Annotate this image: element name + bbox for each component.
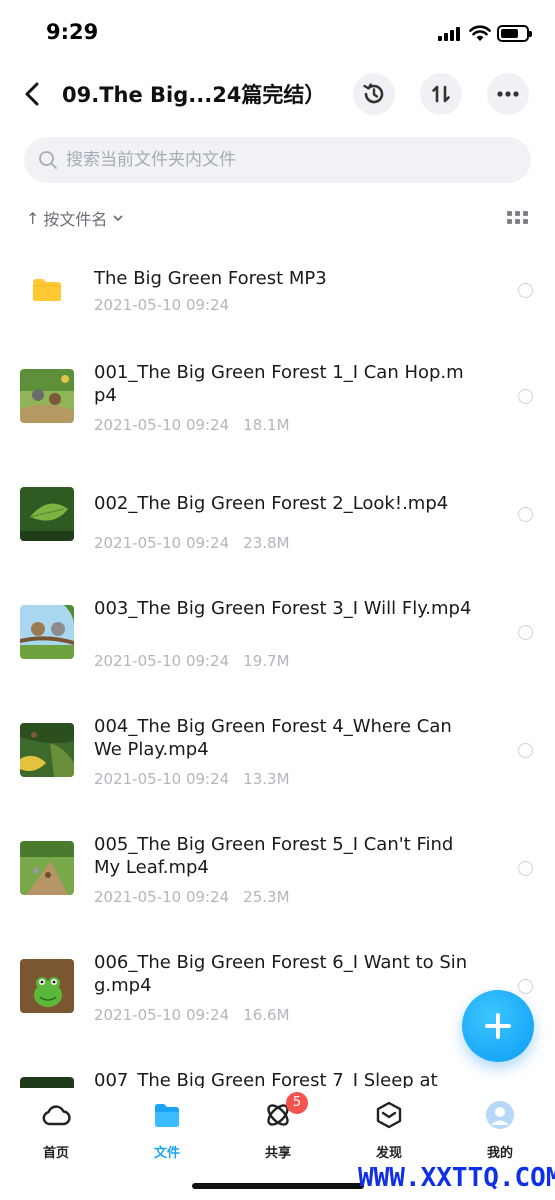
file-date: 2021-05-10 09:24 <box>94 770 230 788</box>
sort-button[interactable]: ↑ 按文件名 <box>26 206 125 230</box>
video-thumbnail <box>20 841 74 895</box>
select-checkbox[interactable] <box>518 743 533 758</box>
file-name: 007_The Big Green Forest 7_I Sleep at <box>94 1070 438 1088</box>
more-icon <box>497 91 519 97</box>
tab-label: 我的 <box>486 1146 513 1161</box>
file-date: 2021-05-10 09:24 <box>94 534 230 552</box>
sort-arrow-icon: ↑ <box>26 208 40 228</box>
video-thumbnail <box>20 487 74 541</box>
file-meta: 2021-05-10 09:24 23.8M <box>94 534 290 552</box>
file-date: 2021-05-10 09:24 <box>94 1006 230 1024</box>
list-item[interactable]: 002_The Big Green Forest 2_Look!.mp4 202… <box>0 476 555 594</box>
cloud-icon <box>42 1105 71 1126</box>
file-name: 006_The Big Green Forest 6_I Want to Sin… <box>94 952 468 996</box>
list-item[interactable]: 001_The Big Green Forest 1_I Can Hop.mp4… <box>0 358 555 476</box>
search-icon <box>39 151 57 169</box>
notification-badge: 5 <box>286 1092 308 1114</box>
file-name: 004_The Big Green Forest 4_Where Can We … <box>94 716 452 760</box>
tab-label: 文件 <box>153 1146 180 1161</box>
add-button[interactable] <box>462 990 534 1062</box>
file-name: 005_The Big Green Forest 5_I Can't Find … <box>94 834 454 878</box>
select-checkbox[interactable] <box>518 861 533 876</box>
page-title: 09.The Big...24篇完结） <box>62 83 326 107</box>
file-meta: 2021-05-10 09:24 19.7M <box>94 652 290 670</box>
folder-icon <box>33 279 61 301</box>
battery-icon <box>497 25 532 42</box>
video-thumbnail <box>20 959 74 1013</box>
watermark-text: WWW.XXTTQ.COM <box>358 1163 555 1193</box>
transfer-button[interactable] <box>420 73 462 115</box>
file-size: 19.7M <box>243 652 290 670</box>
video-thumbnail <box>20 369 74 423</box>
file-name: 001_The Big Green Forest 1_I Can Hop.mp4 <box>94 362 464 406</box>
video-thumbnail <box>20 605 74 659</box>
history-button[interactable] <box>353 73 395 115</box>
tab-discover[interactable]: 发现 <box>349 1098 429 1161</box>
list-item[interactable]: 005_The Big Green Forest 5_I Can't Find … <box>0 830 555 948</box>
tab-share[interactable]: 5 共享 <box>238 1092 318 1161</box>
file-name: The Big Green Forest MP3 <box>94 268 327 289</box>
chevron-down-icon <box>114 215 123 221</box>
list-item[interactable]: 003_The Big Green Forest 3_I Will Fly.mp… <box>0 594 555 712</box>
tab-files[interactable]: 文件 <box>127 1098 207 1161</box>
nav-header: 09.The Big...24篇完结） <box>0 66 555 122</box>
status-bar: 9:29 <box>0 0 555 62</box>
file-size: 16.6M <box>243 1006 290 1024</box>
wifi-icon <box>469 25 491 41</box>
file-size: 13.3M <box>243 770 290 788</box>
back-button[interactable] <box>18 78 48 110</box>
history-icon <box>363 83 384 104</box>
home-indicator <box>192 1183 364 1189</box>
status-time: 9:29 <box>46 20 99 44</box>
file-meta: 2021-05-10 09:24 13.3M <box>94 770 290 788</box>
file-date: 2021-05-10 09:24 <box>94 416 230 434</box>
list-item[interactable]: 004_The Big Green Forest 4_Where Can We … <box>0 712 555 830</box>
tab-profile[interactable]: 我的 <box>460 1098 540 1161</box>
file-size: 23.8M <box>243 534 290 552</box>
cube-icon <box>376 1101 402 1129</box>
list-item[interactable]: The Big Green Forest MP3 2021-05-10 09:2… <box>0 240 555 358</box>
tab-label: 发现 <box>375 1146 402 1161</box>
file-meta: 2021-05-10 09:24 18.1M <box>94 416 290 434</box>
file-date: 2021-05-10 09:24 <box>94 296 230 314</box>
file-name: 003_The Big Green Forest 3_I Will Fly.mp… <box>94 598 472 619</box>
select-checkbox[interactable] <box>518 979 533 994</box>
grid-view-toggle[interactable] <box>507 211 528 226</box>
file-date: 2021-05-10 09:24 <box>94 888 230 906</box>
file-meta: 2021-05-10 09:24 25.3M <box>94 888 290 906</box>
video-thumbnail <box>20 1077 74 1088</box>
search-input[interactable] <box>66 137 506 183</box>
more-button[interactable] <box>487 73 529 115</box>
avatar-icon <box>486 1101 514 1129</box>
file-list: The Big Green Forest MP3 2021-05-10 09:2… <box>0 240 555 1088</box>
select-checkbox[interactable] <box>518 625 533 640</box>
sort-label: 按文件名 <box>43 210 108 229</box>
select-checkbox[interactable] <box>518 507 533 522</box>
select-checkbox[interactable] <box>518 283 533 298</box>
file-size: 18.1M <box>243 416 290 434</box>
select-checkbox[interactable] <box>518 389 533 404</box>
list-item[interactable]: 007_The Big Green Forest 7_I Sleep at <box>0 1066 555 1088</box>
file-date: 2021-05-10 09:24 <box>94 652 230 670</box>
file-size: 25.3M <box>243 888 290 906</box>
file-meta: 2021-05-10 09:24 <box>94 296 229 314</box>
video-thumbnail <box>20 723 74 777</box>
search-bar[interactable] <box>24 137 531 183</box>
tab-label: 共享 <box>264 1146 291 1161</box>
file-name: 002_The Big Green Forest 2_Look!.mp4 <box>94 493 449 514</box>
folder-icon <box>155 1104 179 1127</box>
tab-home[interactable]: 首页 <box>16 1098 96 1161</box>
sort-bar: ↑ 按文件名 <box>0 200 555 236</box>
file-meta: 2021-05-10 09:24 16.6M <box>94 1006 290 1024</box>
tab-label: 首页 <box>42 1146 69 1161</box>
transfer-icon <box>432 85 450 103</box>
cellular-signal-icon <box>438 27 462 41</box>
